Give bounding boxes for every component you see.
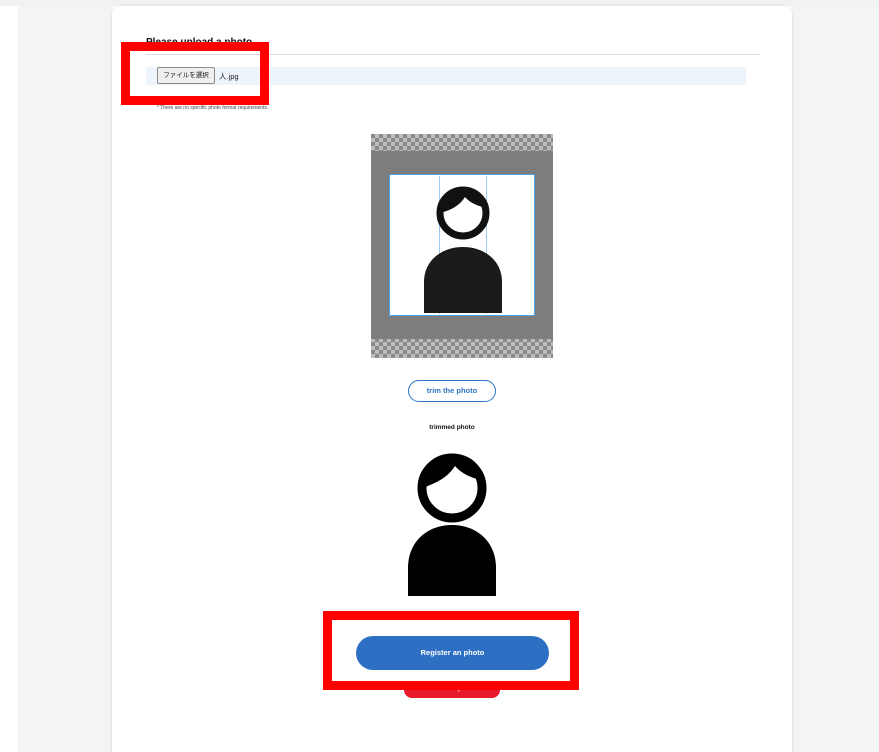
- upload-note: * Images up to 3000px and 1MB can be upl…: [157, 96, 269, 102]
- trimmed-person-icon: [408, 453, 496, 596]
- delete-photo-button[interactable]: Delete an photo: [404, 682, 500, 698]
- page: Please upload a photo ファイルを選択 人.jpg * Im…: [0, 0, 879, 752]
- person-body: [424, 247, 502, 313]
- section-title: Please upload a photo: [146, 37, 253, 48]
- trim-photo-button[interactable]: trim the photo: [408, 380, 496, 402]
- background-right: [792, 6, 879, 752]
- choose-file-button[interactable]: ファイルを選択: [157, 67, 215, 84]
- person-icon: [424, 176, 502, 314]
- trimmed-person-body: [408, 525, 496, 596]
- upload-note: * There are no specific photo format req…: [157, 104, 269, 111]
- photo-cropper[interactable]: [371, 134, 553, 358]
- upload-notes: * Images up to 3000px and 1MB can be upl…: [157, 95, 268, 112]
- selected-file-name: 人.jpg: [219, 72, 239, 81]
- background-left: [18, 6, 112, 752]
- trimmed-photo-label: trimmed photo: [429, 424, 475, 431]
- crop-area[interactable]: [389, 174, 535, 316]
- register-photo-button[interactable]: Register an photo: [356, 636, 549, 670]
- title-divider: [146, 54, 760, 55]
